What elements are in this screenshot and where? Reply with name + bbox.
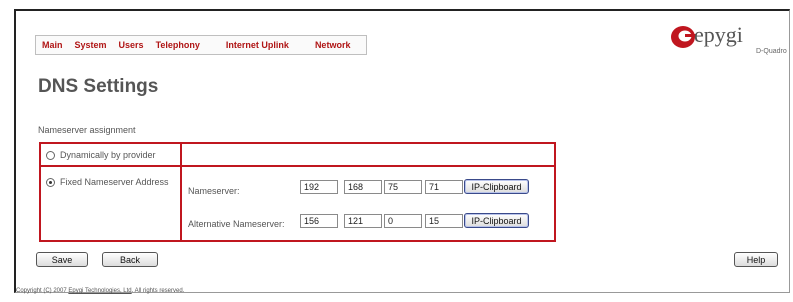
footer-company-link[interactable]: Epygi Technologies, Ltd xyxy=(68,288,131,294)
radio-dynamic[interactable] xyxy=(46,150,55,160)
help-button[interactable]: Help xyxy=(734,252,778,267)
option-dynamic[interactable]: Dynamically by provider xyxy=(46,150,156,160)
nameserver-label: Nameserver: xyxy=(188,186,240,196)
nav-item-system[interactable]: System xyxy=(69,40,113,50)
back-button[interactable]: Back xyxy=(102,252,158,267)
grid-divider-horizontal xyxy=(41,165,554,167)
alt-nameserver-octet-4[interactable] xyxy=(425,214,463,228)
radio-fixed[interactable] xyxy=(46,177,55,187)
nav-item-users[interactable]: Users xyxy=(113,40,150,50)
nameserver-octet-4[interactable] xyxy=(425,180,463,194)
option-fixed[interactable]: Fixed Nameserver Address xyxy=(46,177,169,187)
epygi-logo: epygi D-Quadro xyxy=(670,22,788,60)
nav-item-internet-uplink[interactable]: Internet Uplink xyxy=(220,40,309,50)
nameserver-octet-2[interactable] xyxy=(344,180,382,194)
section-label: Nameserver assignment xyxy=(38,125,136,135)
option-dynamic-label: Dynamically by provider xyxy=(60,150,156,160)
epygi-logo-icon xyxy=(671,26,696,48)
option-fixed-label: Fixed Nameserver Address xyxy=(60,177,169,187)
alt-nameserver-octet-3[interactable] xyxy=(384,214,422,228)
footer-copyright: Copyright (C) 2007 Epygi Technologies, L… xyxy=(16,288,184,294)
nav-item-telephony[interactable]: Telephony xyxy=(150,40,220,50)
grid-divider-vertical xyxy=(180,144,182,240)
nameserver-assignment-grid: Dynamically by provider Fixed Nameserver… xyxy=(39,142,556,242)
nav-item-network[interactable]: Network xyxy=(309,40,367,50)
nameserver-octet-1[interactable] xyxy=(300,180,338,194)
save-button[interactable]: Save xyxy=(36,252,88,267)
nameserver-ip-clipboard-button[interactable]: IP-Clipboard xyxy=(464,179,529,194)
top-nav: Main System Users Telephony Internet Upl… xyxy=(35,35,368,55)
alt-nameserver-ip-clipboard-button[interactable]: IP-Clipboard xyxy=(464,213,529,228)
alt-nameserver-octet-1[interactable] xyxy=(300,214,338,228)
footer-prefix: Copyright (C) 2007 xyxy=(16,288,67,294)
alt-nameserver-label: Alternative Nameserver: xyxy=(188,219,285,229)
logo-subtitle: D-Quadro xyxy=(756,48,787,55)
nav-item-main[interactable]: Main xyxy=(36,40,69,50)
page-title: DNS Settings xyxy=(38,76,159,97)
nameserver-octet-3[interactable] xyxy=(384,180,422,194)
footer-suffix: . All rights reserved. xyxy=(131,288,185,294)
logo-wordmark: epygi xyxy=(694,22,743,47)
alt-nameserver-octet-2[interactable] xyxy=(344,214,382,228)
